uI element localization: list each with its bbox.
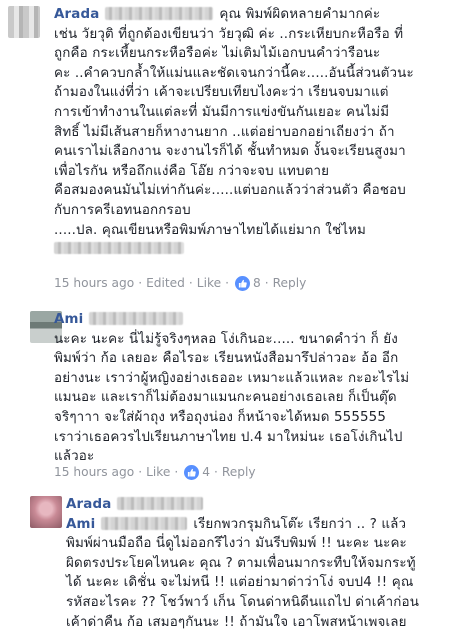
redacted-name: [89, 312, 184, 325]
comment-line: แมนอะ และเราก็ไม่ต้องมาแมนกะคนอย่างเธอเล…: [54, 390, 397, 406]
separator-dot: ·: [214, 465, 218, 479]
commenter-avatar[interactable]: [8, 6, 40, 38]
comment-timestamp[interactable]: 15 hours ago: [54, 276, 134, 290]
comment-line: เค้าด่าคืน ก้อ เสมอๆกันนะ !! ถ้ามันใจ เอ…: [66, 614, 407, 630]
comment-line: [54, 240, 444, 260]
like-button[interactable]: Like: [146, 465, 170, 479]
comment-line: พิมพ์ว่า ก้อ เลยอะ คือไรอะ เรียนหนังสือม…: [54, 351, 399, 367]
comment-line: สิทธิ์ ไม่มีเส้นสายก็หางานยาก ..แต่อย่าบ…: [54, 124, 395, 140]
comment-line: Ami เรียกพวกรุมกินโต๊ะ เรียกว่า .. ? แล้ว: [66, 515, 450, 535]
comment-timestamp[interactable]: 15 hours ago: [54, 465, 134, 479]
comment-line: อย่างนะ เราว่าผู้หญิงอย่างเธออะ เหมาะแล้…: [54, 370, 410, 386]
redacted-name: [105, 7, 214, 20]
separator-dot: ·: [188, 276, 193, 290]
comment-line: พิมพ์ผ่านมือถือ นี่ดูไม่ออกรึไงว่า มันรี…: [66, 536, 407, 552]
comment-text: เรียกพวกรุมกินโต๊ะ เรียกว่า .. ? แล้ว: [193, 516, 407, 532]
comment-line: ได้ นะคะ เดิชั่น จะไม่หนี !! แต่อย่ามาด่…: [66, 575, 414, 591]
edited-label[interactable]: Edited: [146, 276, 185, 290]
separator-dot: ·: [138, 276, 143, 290]
like-button[interactable]: Like: [197, 276, 221, 290]
separator-dot: ·: [174, 465, 179, 479]
comment-body: Arada Ami เรียกพวกรุมกินโต๊ะ เรียกว่า .. …: [66, 495, 450, 632]
comment-line: รหัสอะไรคะ ?? โชว์พาว์ เก็น โดนด่าหนิดีน…: [66, 594, 420, 610]
comment-line: เราว่าเธอควรไปเรียนภาษาไทย ป.4 มาใหม่นะ …: [54, 429, 403, 445]
comment-line: .....ปล. คุณเขียนหรือพิมพ์ภาษาไทยได้แย่ม…: [54, 222, 367, 238]
redacted-name: [117, 497, 204, 510]
comment-body: Ami นะคะ นะคะ นี่ไม่รู้จริงๆหลอ โง่เกินอ…: [54, 310, 444, 467]
comment-line: เพื่อไรกัน หรือถึกแง่คือ โอ๊ย กว่าจะจบ แ…: [54, 163, 330, 179]
comment-line: จริๆาาา จะใส่ผ้าถุง หรือถุงน่อง ก็หน้าจะ…: [54, 409, 387, 425]
like-reaction-icon: [234, 275, 250, 291]
comment-line: ผิดตรงประโยคไหนคะ คุณ ? ตามเพื่อนมากระทื…: [66, 555, 416, 571]
commenter-avatar[interactable]: [30, 496, 62, 528]
comment-line: Arada: [66, 495, 450, 515]
comment-body: Arada คุณ พิมพ์ผิดหลายคำมากค่ะ เช่น วัยวุ…: [54, 5, 444, 260]
comment-line: การเข้าทำงานในแต่ละที่ มันมีการแข่งขันกั…: [54, 104, 390, 120]
redacted-text: [54, 242, 184, 255]
comment-line: คนเราไม่เลือกงาน จะงานไรก็ได้ ชั้นทำหมด …: [54, 144, 406, 160]
comment-author[interactable]: Ami: [54, 312, 83, 327]
comment-text: คุณ พิมพ์ผิดหลายคำมากค่ะ: [219, 7, 381, 22]
comment-line: กับการครีเอทนอกกรอบ: [54, 202, 191, 218]
comment-line: เช่น วัยวุติ ที่ถูกต้องเขียนว่า วัยวุฒิ …: [54, 26, 404, 42]
comment-meta: 15 hours ago · Edited · Like · 8 · Reply: [54, 274, 306, 292]
reply-button[interactable]: Reply: [273, 276, 307, 290]
comment-line: ถ้ามองในแง่ที่ว่า เค้าจะเปรียบเทียบไงคะว…: [54, 85, 389, 101]
reaction-count[interactable]: 4: [202, 465, 210, 479]
comment-author[interactable]: Arada: [66, 497, 111, 512]
separator-dot: ·: [225, 276, 229, 290]
reaction-count[interactable]: 8: [253, 276, 261, 290]
comment-line: นะคะ นะคะ นี่ไม่รู้จริงๆหลอ โง่เกินอะ...…: [54, 331, 398, 347]
comment-line: คือสมองคนมันไม่เท่ากันค่ะ.....แต่บอกแล้ว…: [54, 183, 406, 199]
separator-dot: ·: [138, 465, 143, 479]
like-reaction-icon: [184, 464, 200, 480]
redacted-name: [101, 516, 188, 530]
comment-line: Arada คุณ พิมพ์ผิดหลายคำมากค่ะ: [54, 5, 444, 25]
reply-button[interactable]: Reply: [222, 465, 256, 479]
comment-meta: 15 hours ago · Like · 4 · Reply: [54, 463, 256, 481]
comment-line: Ami: [54, 310, 444, 330]
comment-line: ถูกคือ กระเหี้ยนกระหือรือค่ะ ไม่เติมไม้เ…: [54, 46, 381, 62]
separator-dot: ·: [264, 276, 269, 290]
comment-line: คะ ..คำควบกล้ำให้แม่นและชัดเจนกว่านี้คะ.…: [54, 65, 414, 81]
comment-author[interactable]: Arada: [54, 7, 99, 22]
mentioned-user[interactable]: Ami: [66, 517, 95, 532]
